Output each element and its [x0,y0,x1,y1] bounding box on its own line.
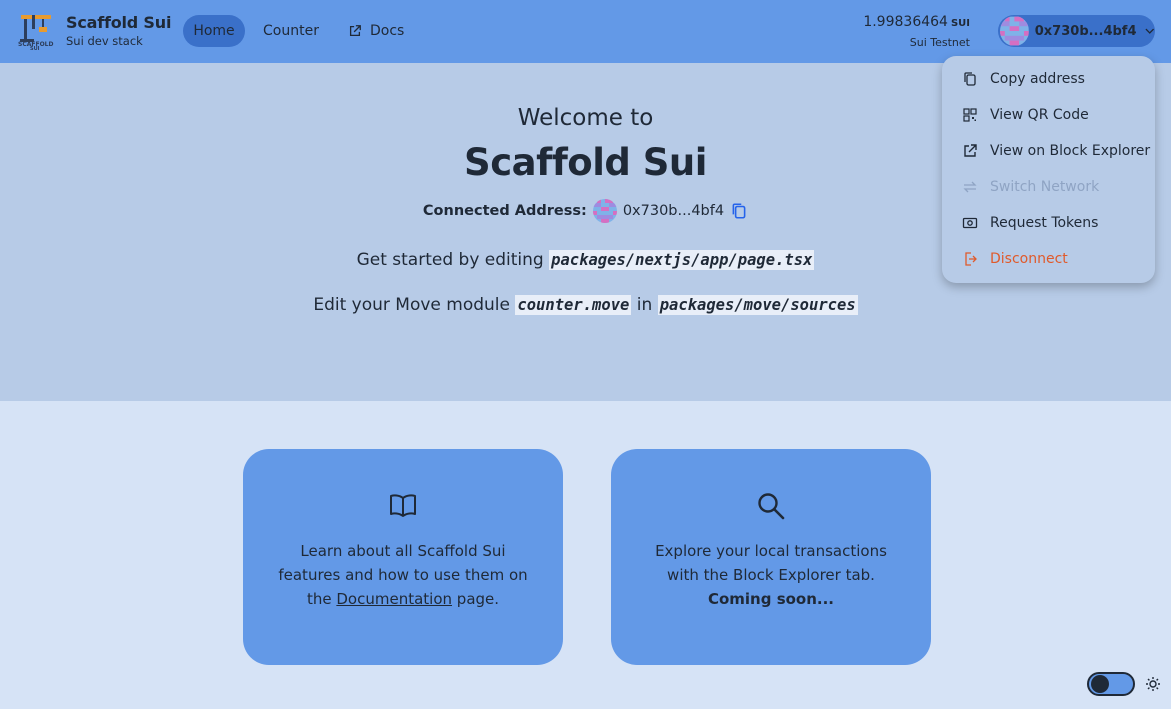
top-navbar: SCAFFOLD SUI Scaffold Sui Sui dev stack … [0,0,1171,63]
address-avatar-icon [592,199,617,223]
account-button[interactable]: 0x730b...4bf4 [998,15,1155,47]
menu-copy-address-label: Copy address [990,71,1085,87]
move-sources-path: packages/move/sources [657,295,858,315]
menu-copy-address[interactable]: Copy address [962,68,1085,90]
svg-text:SUI: SUI [30,46,40,50]
menu-switch-network-label: Switch Network [990,179,1100,195]
nav-docs-label: Docs [370,23,405,39]
arrows-exchange-icon [963,181,977,193]
balance-unit: SUI [950,18,970,29]
theme-toggle-knob [1091,675,1109,693]
wallet-balance: 1.99836464 SUI [863,14,970,30]
theme-toggle[interactable] [1087,672,1135,696]
account-dropdown-menu: Copy address View QR Code View on Block … [942,56,1155,283]
copy-icon [964,72,976,86]
external-link-icon [964,144,977,157]
explorer-card-text: Explore your local transactions with the… [641,539,901,611]
account-address: 0x730b...4bf4 [1034,23,1137,39]
coming-soon-label: Coming soon... [707,590,835,608]
move-module-text: Edit your Move module counter.move in pa… [0,295,1171,315]
nav-docs[interactable]: Docs [340,15,412,47]
page-file-path: packages/nextjs/app/page.tsx [549,250,815,270]
chevron-down-icon [1144,28,1154,34]
explorer-card-description: Explore your local transactions with the… [655,542,887,584]
brand-title: Scaffold Sui [66,13,172,32]
copy-icon[interactable] [730,202,748,220]
docs-card: Learn about all Scaffold Sui features an… [243,449,563,665]
external-link-icon [349,25,361,37]
menu-disconnect[interactable]: Disconnect [962,248,1068,270]
book-open-icon [390,494,416,517]
connected-address-label: Connected Address: [422,203,587,219]
menu-request-tokens-label: Request Tokens [990,215,1099,231]
nav-home[interactable]: Home [183,15,245,47]
move-module-in: in [636,295,653,315]
wallet-avatar-icon [1000,16,1029,46]
brand-subtitle: Sui dev stack [66,34,143,48]
menu-view-qr-label: View QR Code [990,107,1089,123]
connected-address: 0x730b...4bf4 [622,203,725,219]
documentation-link[interactable]: Documentation [336,590,452,608]
banknote-icon [962,217,978,229]
sun-icon [1146,677,1160,691]
qr-code-icon [963,108,977,122]
move-module-prefix: Edit your Move module [313,295,510,315]
get-started-prefix: Get started by editing [356,250,544,270]
menu-view-qr[interactable]: View QR Code [962,104,1089,126]
menu-view-block-explorer-label: View on Block Explorer [990,143,1151,159]
logout-icon [965,252,977,266]
counter-move-file: counter.move [515,295,632,315]
menu-disconnect-label: Disconnect [990,251,1068,267]
magnifying-glass-icon [758,493,785,520]
nav-counter[interactable]: Counter [253,15,329,47]
crane-logo-icon[interactable]: SCAFFOLD SUI [18,12,58,50]
docs-card-text: Learn about all Scaffold Sui features an… [273,539,533,611]
menu-request-tokens[interactable]: Request Tokens [962,212,1098,234]
docs-card-text-after: page. [456,590,500,608]
menu-view-block-explorer[interactable]: View on Block Explorer [962,140,1150,162]
menu-switch-network: Switch Network [962,176,1099,198]
network-label: Sui Testnet [909,36,970,49]
balance-amount: 1.99836464 [863,14,948,30]
explorer-card: Explore your local transactions with the… [611,449,931,665]
